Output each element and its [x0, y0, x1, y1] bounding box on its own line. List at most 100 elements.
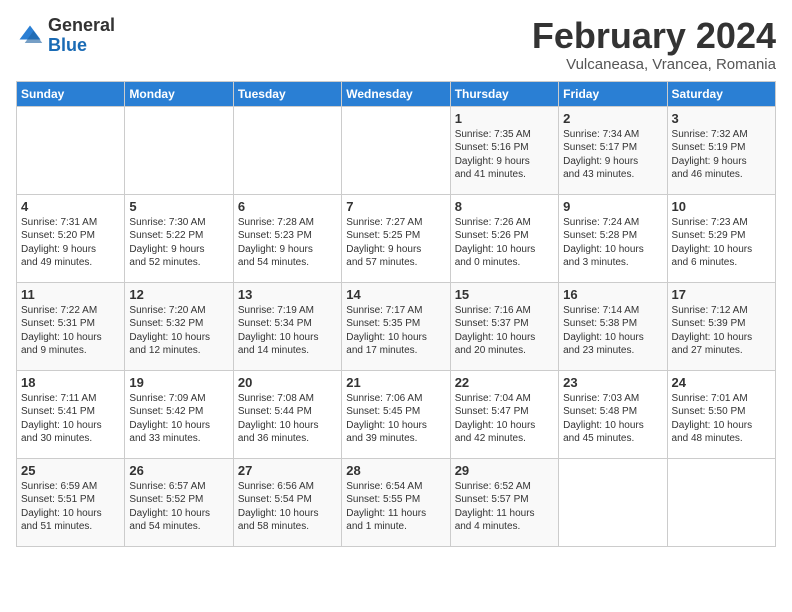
calendar-cell: 14 Sunrise: 7:17 AM Sunset: 5:35 PM Dayli… — [342, 282, 450, 370]
calendar-cell — [667, 458, 775, 546]
calendar-cell: 4Sunrise: 7:31 AM Sunset: 5:20 PM Daylig… — [17, 194, 125, 282]
day-number: 8 — [455, 199, 554, 214]
day-info: Sunrise: 6:54 AM Sunset: 5:55 PM Dayligh… — [346, 480, 445, 534]
day-info: Sunrise: 7:11 AM Sunset: 5:41 PM Dayligh… — [21, 392, 120, 446]
logo-blue: Blue — [48, 36, 115, 56]
day-info: Sunrise: 7:23 AM Sunset: 5:29 PM Dayligh… — [672, 216, 771, 270]
weekday-header-monday: Monday — [125, 81, 233, 106]
calendar-week-2: 4Sunrise: 7:31 AM Sunset: 5:20 PM Daylig… — [17, 194, 776, 282]
day-info: Sunrise: 7:34 AM Sunset: 5:17 PM Dayligh… — [563, 128, 662, 182]
day-number: 3 — [672, 111, 771, 126]
day-info: Sunrise: 7:20 AM Sunset: 5:32 PM Dayligh… — [129, 304, 228, 358]
logo-icon — [16, 22, 44, 50]
day-number: 2 — [563, 111, 662, 126]
day-number: 1 — [455, 111, 554, 126]
calendar-cell: 8 Sunrise: 7:26 AM Sunset: 5:26 PM Daylig… — [450, 194, 558, 282]
calendar-cell: 13Sunrise: 7:19 AM Sunset: 5:34 PM Dayli… — [233, 282, 341, 370]
calendar-cell: 21 Sunrise: 7:06 AM Sunset: 5:45 PM Dayli… — [342, 370, 450, 458]
day-number: 14 — [346, 287, 445, 302]
calendar-cell — [17, 106, 125, 194]
day-number: 19 — [129, 375, 228, 390]
day-number: 13 — [238, 287, 337, 302]
day-number: 26 — [129, 463, 228, 478]
logo-general: General — [48, 16, 115, 36]
calendar-cell: 5Sunrise: 7:30 AM Sunset: 5:22 PM Daylig… — [125, 194, 233, 282]
calendar-title: February 2024 — [532, 16, 776, 56]
weekday-header-saturday: Saturday — [667, 81, 775, 106]
calendar-cell: 11Sunrise: 7:22 AM Sunset: 5:31 PM Dayli… — [17, 282, 125, 370]
day-number: 11 — [21, 287, 120, 302]
day-number: 4 — [21, 199, 120, 214]
calendar-cell: 29 Sunrise: 6:52 AM Sunset: 5:57 PM Dayli… — [450, 458, 558, 546]
day-number: 16 — [563, 287, 662, 302]
day-info: Sunrise: 7:16 AM Sunset: 5:37 PM Dayligh… — [455, 304, 554, 358]
calendar-cell: 28 Sunrise: 6:54 AM Sunset: 5:55 PM Dayli… — [342, 458, 450, 546]
day-number: 18 — [21, 375, 120, 390]
calendar-cell: 15 Sunrise: 7:16 AM Sunset: 5:37 PM Dayli… — [450, 282, 558, 370]
day-info: Sunrise: 7:17 AM Sunset: 5:35 PM Dayligh… — [346, 304, 445, 358]
calendar-cell — [125, 106, 233, 194]
calendar-body: 1 Sunrise: 7:35 AM Sunset: 5:16 PM Daylig… — [17, 106, 776, 546]
day-number: 27 — [238, 463, 337, 478]
calendar-subtitle: Vulcaneasa, Vrancea, Romania — [532, 56, 776, 73]
calendar-cell: 24 Sunrise: 7:01 AM Sunset: 5:50 PM Dayli… — [667, 370, 775, 458]
calendar-cell: 25Sunrise: 6:59 AM Sunset: 5:51 PM Dayli… — [17, 458, 125, 546]
calendar-cell: 22Sunrise: 7:04 AM Sunset: 5:47 PM Dayli… — [450, 370, 558, 458]
day-info: Sunrise: 6:56 AM Sunset: 5:54 PM Dayligh… — [238, 480, 337, 534]
day-info: Sunrise: 7:28 AM Sunset: 5:23 PM Dayligh… — [238, 216, 337, 270]
day-number: 9 — [563, 199, 662, 214]
day-info: Sunrise: 6:57 AM Sunset: 5:52 PM Dayligh… — [129, 480, 228, 534]
day-number: 6 — [238, 199, 337, 214]
calendar-cell: 1 Sunrise: 7:35 AM Sunset: 5:16 PM Daylig… — [450, 106, 558, 194]
day-number: 15 — [455, 287, 554, 302]
day-info: Sunrise: 7:09 AM Sunset: 5:42 PM Dayligh… — [129, 392, 228, 446]
weekday-header-thursday: Thursday — [450, 81, 558, 106]
day-number: 22 — [455, 375, 554, 390]
day-info: Sunrise: 7:30 AM Sunset: 5:22 PM Dayligh… — [129, 216, 228, 270]
calendar-cell: 7 Sunrise: 7:27 AM Sunset: 5:25 PM Daylig… — [342, 194, 450, 282]
day-info: Sunrise: 6:52 AM Sunset: 5:57 PM Dayligh… — [455, 480, 554, 534]
day-number: 24 — [672, 375, 771, 390]
calendar-cell: 12Sunrise: 7:20 AM Sunset: 5:32 PM Dayli… — [125, 282, 233, 370]
calendar-week-4: 18 Sunrise: 7:11 AM Sunset: 5:41 PM Dayli… — [17, 370, 776, 458]
day-info: Sunrise: 7:06 AM Sunset: 5:45 PM Dayligh… — [346, 392, 445, 446]
day-number: 29 — [455, 463, 554, 478]
calendar-cell: 16Sunrise: 7:14 AM Sunset: 5:38 PM Dayli… — [559, 282, 667, 370]
day-info: Sunrise: 7:03 AM Sunset: 5:48 PM Dayligh… — [563, 392, 662, 446]
day-info: Sunrise: 7:08 AM Sunset: 5:44 PM Dayligh… — [238, 392, 337, 446]
calendar-cell: 19 Sunrise: 7:09 AM Sunset: 5:42 PM Dayli… — [125, 370, 233, 458]
day-number: 7 — [346, 199, 445, 214]
calendar-cell: 27 Sunrise: 6:56 AM Sunset: 5:54 PM Dayli… — [233, 458, 341, 546]
calendar-cell: 23 Sunrise: 7:03 AM Sunset: 5:48 PM Dayli… — [559, 370, 667, 458]
day-info: Sunrise: 7:01 AM Sunset: 5:50 PM Dayligh… — [672, 392, 771, 446]
day-info: Sunrise: 7:26 AM Sunset: 5:26 PM Dayligh… — [455, 216, 554, 270]
calendar-week-5: 25Sunrise: 6:59 AM Sunset: 5:51 PM Dayli… — [17, 458, 776, 546]
calendar-cell: 18 Sunrise: 7:11 AM Sunset: 5:41 PM Dayli… — [17, 370, 125, 458]
day-number: 23 — [563, 375, 662, 390]
day-number: 10 — [672, 199, 771, 214]
calendar-cell: 6 Sunrise: 7:28 AM Sunset: 5:23 PM Daylig… — [233, 194, 341, 282]
day-info: Sunrise: 7:35 AM Sunset: 5:16 PM Dayligh… — [455, 128, 554, 182]
day-number: 17 — [672, 287, 771, 302]
calendar-cell: 2 Sunrise: 7:34 AM Sunset: 5:17 PM Daylig… — [559, 106, 667, 194]
day-info: Sunrise: 7:27 AM Sunset: 5:25 PM Dayligh… — [346, 216, 445, 270]
logo-text: General Blue — [48, 16, 115, 56]
day-info: Sunrise: 6:59 AM Sunset: 5:51 PM Dayligh… — [21, 480, 120, 534]
calendar-cell: 26 Sunrise: 6:57 AM Sunset: 5:52 PM Dayli… — [125, 458, 233, 546]
calendar-cell — [559, 458, 667, 546]
calendar-header: SundayMondayTuesdayWednesdayThursdayFrid… — [17, 81, 776, 106]
day-info: Sunrise: 7:24 AM Sunset: 5:28 PM Dayligh… — [563, 216, 662, 270]
logo: General Blue — [16, 16, 115, 56]
calendar-week-1: 1 Sunrise: 7:35 AM Sunset: 5:16 PM Daylig… — [17, 106, 776, 194]
page-header: General Blue February 2024 Vulcaneasa, V… — [16, 16, 776, 73]
calendar-week-3: 11Sunrise: 7:22 AM Sunset: 5:31 PM Dayli… — [17, 282, 776, 370]
day-number: 28 — [346, 463, 445, 478]
weekday-header-friday: Friday — [559, 81, 667, 106]
day-number: 20 — [238, 375, 337, 390]
title-block: February 2024 Vulcaneasa, Vrancea, Roman… — [532, 16, 776, 73]
calendar-cell: 10 Sunrise: 7:23 AM Sunset: 5:29 PM Dayli… — [667, 194, 775, 282]
calendar-cell: 17Sunrise: 7:12 AM Sunset: 5:39 PM Dayli… — [667, 282, 775, 370]
day-number: 21 — [346, 375, 445, 390]
weekday-header-tuesday: Tuesday — [233, 81, 341, 106]
calendar-cell — [342, 106, 450, 194]
